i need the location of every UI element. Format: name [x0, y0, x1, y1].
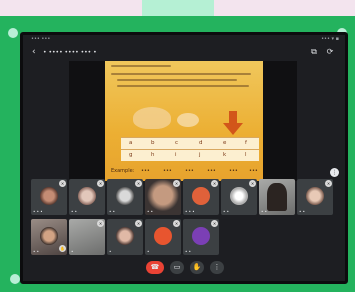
slide-cell: g [129, 152, 133, 158]
slide-footer-value: ••• [229, 168, 238, 174]
meeting-top-bar: ‹ • •••• •••• ••• • ⧉ ⟳ [23, 45, 345, 61]
mic-off-icon: ✕ [135, 180, 142, 187]
frame-dot [8, 28, 18, 38]
slide-heading-line [111, 65, 171, 67]
mic-off-icon: ✕ [325, 180, 332, 187]
participant-name: • • [71, 209, 77, 214]
slide-cell: a [129, 140, 133, 146]
participant-video-tile[interactable]: ✕ • • [145, 179, 181, 215]
more-options-icon: ⋮ [213, 263, 221, 271]
status-bar: ••• ••• ••• ▾ ▪ [23, 35, 345, 45]
shared-slide: a b c d e f g h i j k l Example: ••• •••… [105, 61, 263, 181]
avatar [192, 187, 210, 205]
copy-link-icon[interactable]: ⧉ [309, 47, 319, 57]
hand-raised-icon: ✋ [59, 245, 66, 252]
slide-cell: h [151, 152, 155, 158]
participant-video-tile[interactable]: ✋ • • [31, 219, 67, 255]
mic-off-icon: ✕ [97, 180, 104, 187]
participant-name: • [147, 249, 150, 254]
status-left: ••• ••• [31, 36, 51, 42]
slide-cell: i [175, 152, 177, 158]
slide-text-line [117, 85, 249, 87]
mic-off-icon: ✕ [211, 180, 218, 187]
mic-off-icon: ✕ [173, 180, 180, 187]
participant-name: • • [147, 209, 153, 214]
slide-footer-value: ••• [141, 168, 150, 174]
more-vert-icon[interactable]: ⋮ [330, 168, 339, 177]
frame-dot [10, 274, 20, 284]
slide-cell: f [245, 140, 247, 146]
avatar [267, 183, 287, 211]
mic-off-icon: ✕ [59, 180, 66, 187]
participant-tile[interactable]: ✕ • • [69, 179, 105, 215]
end-call-button[interactable]: ☎ [146, 261, 164, 274]
participant-tile[interactable]: ✕ • [145, 219, 181, 255]
mic-off-icon: ✕ [97, 220, 104, 227]
video-toggle-button[interactable]: ▭ [170, 261, 184, 274]
slide-footer-value: ••• [163, 168, 172, 174]
avatar [306, 187, 324, 205]
participant-tile[interactable]: ✕ • • [297, 179, 333, 215]
down-arrow-icon [223, 111, 243, 135]
slide-cell: b [151, 140, 155, 146]
avatar [78, 187, 96, 205]
participant-name: • • [261, 209, 267, 214]
mic-off-icon: ✕ [211, 220, 218, 227]
participant-name: • • • [185, 209, 195, 214]
video-icon: ▭ [173, 263, 181, 271]
camera-switch-icon[interactable]: ⟳ [325, 47, 335, 57]
slide-text-line [117, 79, 237, 81]
mic-off-icon: ✕ [249, 180, 256, 187]
slide-footer-value: ••• [249, 168, 258, 174]
tablet-screen: ••• ••• ••• ▾ ▪ ‹ • •••• •••• ••• • ⧉ ⟳ … [20, 32, 348, 284]
slide-row: g h i j k l [121, 149, 259, 161]
participant-name: • • [185, 249, 191, 254]
slide-footer-value: ••• [185, 168, 194, 174]
participant-name: • • [299, 209, 305, 214]
participant-video-tile[interactable]: • • [259, 179, 295, 215]
participant-tile[interactable]: ✕ • • [183, 219, 219, 255]
participant-tile[interactable]: ✕ • [107, 219, 143, 255]
participant-video-tile[interactable]: ✕ • [69, 219, 105, 255]
avatar [40, 187, 58, 205]
mic-off-icon: ✕ [135, 220, 142, 227]
slide-cell: j [199, 152, 201, 158]
slide-cell: l [245, 152, 247, 158]
more-options-button[interactable]: ⋮ [210, 261, 224, 274]
participant-name: • [71, 249, 74, 254]
slide-cell: k [223, 152, 227, 158]
avatar [116, 187, 134, 205]
slide-footer-value: ••• [207, 168, 216, 174]
participant-name: • • • [33, 209, 43, 214]
raise-hand-button[interactable]: ✋ [190, 261, 204, 274]
mic-off-icon: ✕ [173, 220, 180, 227]
participant-tile[interactable]: ✕ • • • [183, 179, 219, 215]
slide-footer: Example: [111, 168, 135, 174]
participant-name: • [109, 249, 112, 254]
avatar [116, 227, 134, 245]
slide-cell: c [175, 140, 179, 146]
participant-name: • • [109, 209, 115, 214]
participant-name: • • [33, 249, 39, 254]
avatar [40, 227, 58, 245]
back-arrow-icon[interactable]: ‹ [32, 47, 36, 57]
participant-name: • • [223, 209, 229, 214]
meeting-title[interactable]: • •••• •••• ••• • [43, 49, 97, 56]
slide-row: a b c d e f [121, 137, 259, 149]
participant-tile[interactable]: ✕ • • [107, 179, 143, 215]
slide-illustration [133, 107, 171, 129]
slide-cell: d [199, 140, 203, 146]
avatar [230, 187, 248, 205]
end-call-icon: ☎ [150, 263, 160, 271]
participant-tile[interactable]: ✕ • • [221, 179, 257, 215]
slide-text-line [111, 73, 251, 75]
avatar [192, 227, 210, 245]
raise-hand-icon: ✋ [192, 263, 202, 271]
presentation-area[interactable]: a b c d e f g h i j k l Example: ••• •••… [69, 61, 297, 181]
slide-illustration [177, 113, 199, 127]
slide-cell: e [223, 140, 227, 146]
status-right: ••• ▾ ▪ [321, 36, 339, 42]
avatar [154, 227, 172, 245]
participant-tile[interactable]: ✕ • • • [31, 179, 67, 215]
